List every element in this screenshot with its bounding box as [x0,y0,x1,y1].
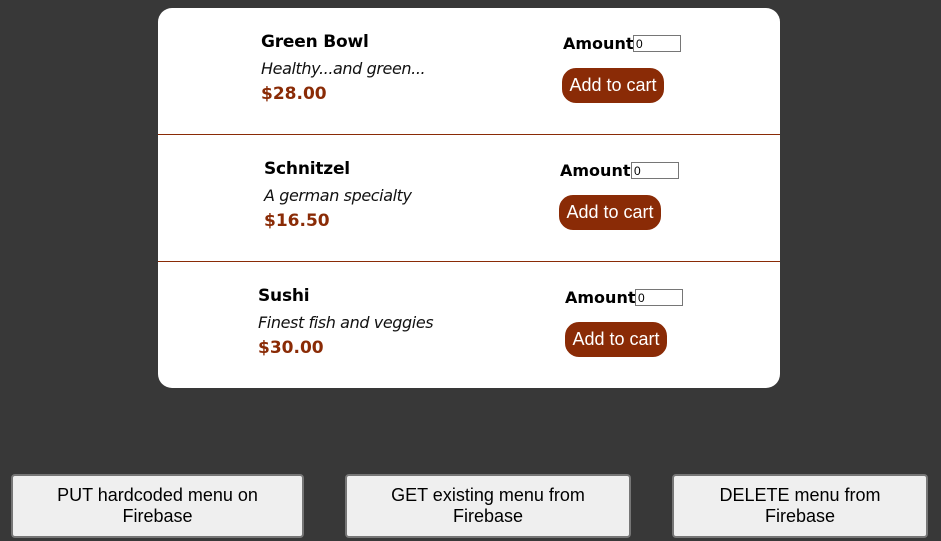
put-menu-button[interactable]: PUT hardcoded menu on Firebase [11,474,304,538]
meal-name: Sushi [258,286,310,306]
amount-label: Amount [565,288,636,307]
meal-price: $28.00 [261,84,327,104]
amount-input[interactable] [631,162,679,179]
meal-price: $30.00 [258,338,324,358]
meal-description: A german specialty [264,186,412,205]
add-to-cart-button[interactable]: Add to cart [565,322,667,357]
meal-description: Healthy...and green... [261,59,426,78]
add-to-cart-button[interactable]: Add to cart [559,195,661,230]
meal-description: Finest fish and veggies [258,313,434,332]
add-to-cart-button[interactable]: Add to cart [562,68,664,103]
meals-card: Green Bowl Healthy...and green... $28.00… [158,8,780,388]
delete-menu-button[interactable]: DELETE menu from Firebase [672,474,928,538]
amount-input[interactable] [633,35,681,52]
amount-label: Amount [560,161,631,180]
meal-item: Sushi Finest fish and veggies $30.00 Amo… [158,262,780,388]
get-menu-button[interactable]: GET existing menu from Firebase [345,474,631,538]
meal-item: Green Bowl Healthy...and green... $28.00… [158,8,780,135]
meal-name: Green Bowl [261,32,369,52]
meal-item: Schnitzel A german specialty $16.50 Amou… [158,135,780,262]
meal-price: $16.50 [264,211,330,231]
meal-name: Schnitzel [264,159,350,179]
amount-label: Amount [563,34,634,53]
amount-input[interactable] [635,289,683,306]
